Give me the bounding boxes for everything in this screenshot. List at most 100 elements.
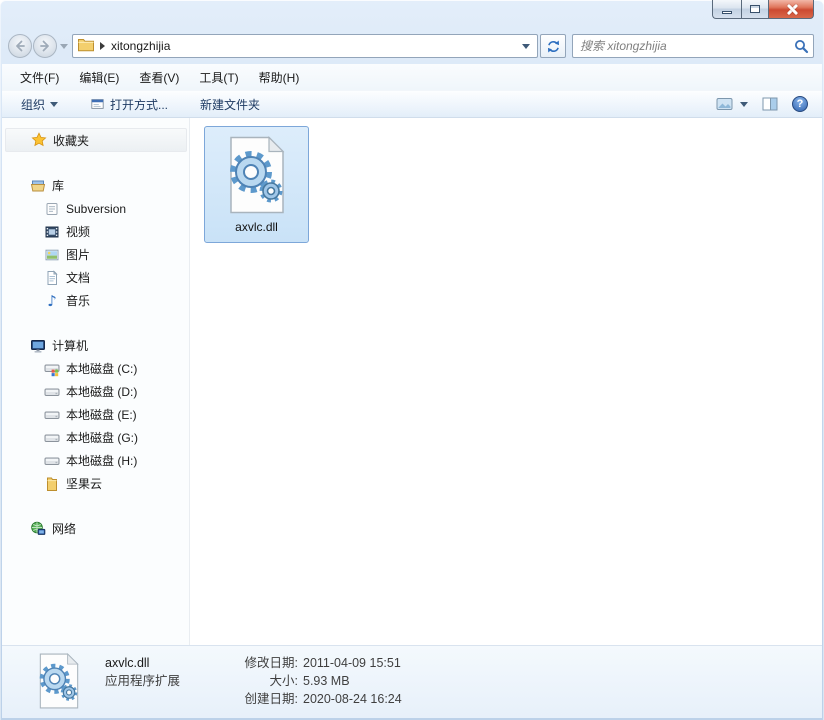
help-icon: ?	[792, 96, 808, 112]
breadcrumb[interactable]: xitongzhijia	[111, 39, 170, 53]
recent-pages-chevron-icon[interactable]	[60, 44, 68, 49]
address-dropdown-button[interactable]	[517, 36, 535, 56]
menu-help[interactable]: 帮助(H)	[249, 65, 310, 90]
library-icon	[30, 178, 46, 194]
back-button[interactable]	[8, 34, 32, 58]
file-list[interactable]: axvlc.dll	[190, 118, 822, 645]
change-view-button[interactable]	[712, 94, 752, 114]
views-icon	[716, 97, 733, 111]
file-item-axvlc-dll[interactable]: axvlc.dll	[204, 126, 309, 243]
preview-pane-button[interactable]	[758, 94, 782, 114]
dll-file-icon	[35, 653, 83, 709]
music-note-icon: ♪	[44, 293, 60, 309]
menu-bar: 文件(F) 编辑(E) 查看(V) 工具(T) 帮助(H)	[2, 64, 822, 90]
help-button[interactable]: ?	[788, 93, 812, 115]
navigation-pane: 收藏夹 库 Subversion	[2, 118, 190, 645]
menu-edit[interactable]: 编辑(E)	[69, 65, 129, 90]
sidebar-item-drive-h[interactable]: 本地磁盘 (H:)	[2, 449, 189, 472]
drive-icon	[44, 407, 60, 423]
open-with-label: 打开方式...	[110, 96, 168, 113]
chevron-down-icon	[50, 102, 58, 107]
address-bar[interactable]: xitongzhijia	[72, 34, 538, 58]
sidebar-item-network[interactable]: 网络	[2, 517, 189, 540]
organize-button[interactable]: 组织	[12, 92, 67, 117]
created-date-value: 2020-08-24 16:24	[303, 690, 402, 708]
sidebar-item-label: 本地磁盘 (E:)	[66, 406, 137, 423]
size-label: 大小:	[210, 672, 298, 690]
search-box[interactable]	[572, 34, 814, 58]
sidebar-item-drive-c[interactable]: 本地磁盘 (C:)	[2, 357, 189, 380]
sidebar-item-favorites[interactable]: 收藏夹	[5, 128, 187, 152]
sidebar-item-music[interactable]: ♪ 音乐	[2, 289, 189, 312]
search-input[interactable]	[580, 39, 794, 53]
sidebar-item-documents[interactable]: 文档	[2, 266, 189, 289]
details-pane: axvlc.dll 应用程序扩展 修改日期: 2011-04-09 15:51 …	[2, 645, 822, 718]
maximize-button[interactable]	[741, 0, 769, 19]
sidebar-spacer	[2, 312, 189, 334]
drive-icon	[44, 384, 60, 400]
library-generic-icon	[44, 201, 60, 217]
sidebar-item-videos[interactable]: 视频	[2, 220, 189, 243]
menu-view[interactable]: 查看(V)	[129, 65, 189, 90]
star-icon	[31, 132, 47, 148]
details-file-name: axvlc.dll	[105, 654, 210, 672]
details-file-type: 应用程序扩展	[105, 672, 210, 690]
network-icon	[30, 521, 46, 537]
picture-icon	[44, 247, 60, 263]
navigation-bar: xitongzhijia	[2, 28, 822, 64]
chevron-down-icon[interactable]	[740, 102, 748, 107]
search-icon[interactable]	[794, 39, 809, 54]
sidebar-item-label: 库	[52, 177, 64, 194]
sidebar-item-label: 图片	[66, 246, 90, 263]
sidebar-item-computer[interactable]: 计算机	[2, 334, 189, 357]
explorer-window: xitongzhijia 文件(F) 编辑(E) 查看(V)	[0, 0, 824, 720]
sidebar-spacer	[2, 152, 189, 174]
minimize-button[interactable]	[712, 0, 741, 19]
toolbar-right-group: ?	[712, 93, 812, 115]
open-with-icon	[90, 97, 105, 111]
sidebar-item-libraries[interactable]: 库	[2, 174, 189, 197]
details-properties: 修改日期: 2011-04-09 15:51 大小: 5.93 MB 创建日期:…	[210, 654, 402, 708]
dll-file-icon	[225, 136, 289, 214]
system-drive-icon	[44, 361, 60, 377]
sidebar-spacer	[2, 495, 189, 517]
sidebar-item-label: 本地磁盘 (H:)	[66, 452, 137, 469]
organize-label: 组织	[21, 96, 45, 113]
modified-date-value: 2011-04-09 15:51	[303, 654, 402, 672]
forward-button[interactable]	[33, 34, 57, 58]
sidebar-item-label: 网络	[52, 520, 76, 537]
sidebar-item-label: 本地磁盘 (D:)	[66, 383, 137, 400]
command-toolbar: 组织 打开方式... 新建文件夹	[2, 90, 822, 118]
drive-icon	[44, 453, 60, 469]
sidebar-item-label: 本地磁盘 (C:)	[66, 360, 137, 377]
folder-icon	[44, 476, 60, 492]
sidebar-item-nutstore[interactable]: 坚果云	[2, 472, 189, 495]
drive-icon	[44, 430, 60, 446]
sidebar-item-subversion[interactable]: Subversion	[2, 197, 189, 220]
sidebar-item-drive-d[interactable]: 本地磁盘 (D:)	[2, 380, 189, 403]
preview-pane-icon	[762, 97, 778, 111]
new-folder-button[interactable]: 新建文件夹	[191, 92, 269, 117]
open-with-button[interactable]: 打开方式...	[81, 92, 177, 117]
sidebar-item-drive-g[interactable]: 本地磁盘 (G:)	[2, 426, 189, 449]
sidebar-item-drive-e[interactable]: 本地磁盘 (E:)	[2, 403, 189, 426]
folder-icon	[77, 37, 95, 55]
new-folder-label: 新建文件夹	[200, 96, 260, 113]
refresh-button[interactable]	[540, 34, 566, 58]
client-area: 文件(F) 编辑(E) 查看(V) 工具(T) 帮助(H) 组织 打开方式...	[2, 64, 822, 718]
document-icon	[44, 270, 60, 286]
close-button[interactable]	[769, 0, 814, 19]
close-icon	[786, 4, 797, 15]
size-value: 5.93 MB	[303, 672, 402, 690]
title-bar[interactable]	[0, 0, 824, 28]
sidebar-item-label: 计算机	[52, 337, 88, 354]
content-area: 收藏夹 库 Subversion	[2, 118, 822, 645]
sidebar-item-pictures[interactable]: 图片	[2, 243, 189, 266]
breadcrumb-arrow-icon[interactable]	[100, 42, 105, 50]
caption-buttons	[712, 0, 814, 19]
menu-tools[interactable]: 工具(T)	[189, 65, 248, 90]
sidebar-item-label: Subversion	[66, 202, 126, 216]
menu-file[interactable]: 文件(F)	[10, 65, 69, 90]
details-name-column: axvlc.dll 应用程序扩展	[105, 654, 210, 690]
back-arrow-icon	[14, 40, 26, 52]
